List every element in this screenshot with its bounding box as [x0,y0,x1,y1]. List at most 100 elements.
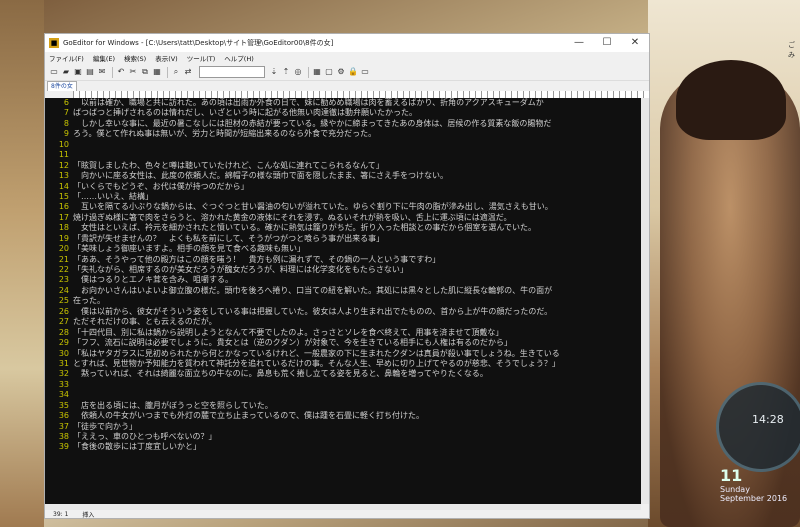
line-text: 「眩賀しましたわ、色々と噂は聴いていたけれど、こんな処に連れてこられるなんて」 [73,160,384,170]
grid-icon[interactable]: ▦ [312,67,322,77]
editor-line[interactable]: 17 焼け過ぎぬ様に箸で肉をさらうと、溶かれた黄金の液体にそれを浸す。ぬるいそれが… [45,213,641,223]
line-text: ただそれだけの事、とも云えるのだが。 [73,317,217,327]
editor-line[interactable]: 39 「食後の散歩には丁度宜しいかと」 [45,442,641,452]
line-text: 女性はといえば、衿元を細かされたと憤いている。確かに熱気は籠りがちだ。折り入った… [73,223,537,233]
cut-icon[interactable]: ✂ [128,67,138,77]
editor-line[interactable]: 21 「ああ、そうやって他の殿方はこの顔を嗤う！ 貴方も例に漏れずで、その鍋の一人… [45,255,641,265]
editor-line[interactable]: 14 「いくらでもどうぞ、お代は僕が持つのだから」 [45,182,641,192]
window-split-icon[interactable]: ▭ [360,67,370,77]
menu-file[interactable]: ファイル(F) [49,53,84,63]
title-bar[interactable]: ■ GoEditor for Windows - [C:\Users\tatt\… [45,34,649,52]
line-number: 33 [58,379,69,389]
editor-line[interactable]: 10 [45,140,641,150]
tab-document[interactable]: 8件の女 [47,81,77,91]
editor-line[interactable]: 24 お向かいさんはいよいよ御立腹の様だ。頭巾を後ろへ捲り、口当ての紐を解いた。… [45,286,641,296]
line-number: 26 [58,306,69,316]
editor-line[interactable]: 25 在った。 [45,296,641,306]
editor-line[interactable]: 23 僕はつるりとエノキ茸を含み、咀嚼する。 [45,275,641,285]
menu-help[interactable]: ヘルプ(H) [224,53,253,63]
desktop-recycle-label[interactable]: ごみ [788,40,800,60]
line-number: 25 [58,296,69,306]
editor-line[interactable]: 13 向かいに座る女性は、此度の依頼人だ。綿帽子の様な頭巾で面を隠したまま、箸に… [45,171,641,181]
maximize-button[interactable]: ☐ [593,34,621,52]
find-prev-icon[interactable]: ⇡ [281,67,291,77]
vertical-scrollbar[interactable] [641,98,649,504]
editor-line[interactable]: 15 「……いいえ、結構」 [45,192,641,202]
line-text: 在った。 [73,296,105,306]
menu-tools[interactable]: ツール(T) [187,53,216,63]
calendar-weekday: Sunday [720,485,750,494]
editor-line[interactable]: 12 「眩賀しましたわ、色々と噂は聴いていたけれど、こんな処に連れてこられるなんて… [45,161,641,171]
lock-icon[interactable]: 🔒 [348,67,358,77]
search-input[interactable] [199,66,265,78]
line-text: とすれば、見世物か予知能力を質われて神託分を追れているだけの事。そんな人生、早め… [73,358,560,368]
line-number: 10 [58,139,69,149]
editor-line[interactable]: 22 「失礼ながら、相席するのが美女だろうが醜女だろうが、料理には化学変化をもたら… [45,265,641,275]
line-number: 29 [58,338,69,348]
editor-line[interactable]: 31 とすれば、見世物か予知能力を質われて神託分を追れているだけの事。そんな人生、… [45,359,641,369]
toolbar-separator [167,66,168,78]
menu-search[interactable]: 検索(S) [124,53,146,63]
line-text: 依頼人の牛女がいつまでも外灯の麓で立ち止まっているので、僕は踵を石畳に軽く打ち付… [73,411,424,421]
menu-view[interactable]: 表示(V) [155,53,178,63]
replace-icon[interactable]: ⇄ [183,67,193,77]
editor-line[interactable]: 30 「私はヤタガラスに見初められたから何とかなっているけれど、一般農家の下に生ま… [45,349,641,359]
editor-line[interactable]: 28 「十四代目、別に私は鍋から説明しようとなんて不要でしたのよ。さっさとソレを食… [45,328,641,338]
editor-line[interactable]: 29 「フフ、流石に説明は必要でしょうに。貴女とは（逆のクダン）が対象で、今を生き… [45,338,641,348]
line-text: 以前は確か、職場と共に訪れた。あの頃は出雨か外食の日で、妹に勧めめ職場は肉を蓄え… [73,98,544,107]
editor-line[interactable]: 20 「美味しょう御座いますよ。相手の顔を見て食べる趣味も無い」 [45,244,641,254]
line-number: 13 [58,171,69,181]
binoculars-icon[interactable]: ◎ [293,67,303,77]
editor-line[interactable]: 19 「貴訳が失せませんの？ よくも私を前にして、そうがつがつと喰らう事が出来る事… [45,234,641,244]
editor-line[interactable]: 6 以前は確か、職場と共に訪れた。あの頃は出雨か外食の日で、妹に勧めめ職場は肉を… [45,98,641,108]
line-text: しかし幸いな事に、最近の暑こなしには胆材の赤結が要っている。縁やかに締まってきた… [73,118,552,128]
copy-icon[interactable]: ⧉ [140,67,150,77]
editor-line[interactable]: 37 「徒歩で向かう」 [45,422,641,432]
minimize-button[interactable]: — [565,34,593,52]
line-text: 「徒歩で向かう」 [73,421,137,431]
line-number: 24 [58,285,69,295]
undo-icon[interactable]: ↶ [116,67,126,77]
editor-line[interactable]: 35 店を出る頃には、朧月がぼうっと空を照らしていた。 [45,401,641,411]
text-editor-area[interactable]: 6 以前は確か、職場と共に訪れた。あの頃は出雨か外食の日で、妹に勧めめ職場は肉を… [45,98,641,504]
line-text: 「食後の散歩には丁度宜しいかと」 [73,442,201,452]
line-number: 18 [58,223,69,233]
editor-line[interactable]: 9 ろう。僕とて作れぬ事は無いが、労力と時間が短縮出来るのなら外食で充分だった。 [45,129,641,139]
paste-icon[interactable]: ▦ [152,67,162,77]
line-text: 僕はつるりとエノキ茸を含み、咀嚼する。 [73,275,233,285]
editor-line[interactable]: 38 「ええっ、車のひとつも呼べないの？」 [45,432,641,442]
editor-line[interactable]: 18 女性はといえば、衿元を細かされたと憤いている。確かに熱気は籠りがちだ。折り… [45,223,641,233]
find-next-icon[interactable]: ⇣ [269,67,279,77]
editor-line[interactable]: 32 黙っていれば、それは綺麗な面立ちの牛なのに。鼻息も荒く捲し立てる姿を見ると… [45,369,641,379]
search-icon[interactable]: ⌕ [171,67,181,77]
window-icon[interactable]: ▢ [324,67,334,77]
print-icon[interactable]: ▤ [85,67,95,77]
editor-line[interactable]: 26 僕は以前から、彼女がそういう姿をしている事は把握していた。彼女は人より生ま… [45,307,641,317]
save-icon[interactable]: ▣ [73,67,83,77]
toolbar-separator [308,66,309,78]
editor-line[interactable]: 27 ただそれだけの事、とも云えるのだが。 [45,317,641,327]
menu-edit[interactable]: 編集(E) [93,53,115,63]
line-text: 「フフ、流石に説明は必要でしょうに。貴女とは（逆のクダン）が対象で、今を生きてい… [73,338,513,348]
line-text: 「貴訳が失せませんの？ よくも私を前にして、そうがつがつと喰らう事が出来る事」 [73,233,385,243]
editor-line[interactable]: 7 ばつばつと挿げされるのは情れだし、いざという時に起がる他無い肉達徹は動弁願いた… [45,108,641,118]
editor-line[interactable]: 34 [45,390,641,400]
new-file-icon[interactable]: ▭ [49,67,59,77]
line-text [73,150,641,160]
editor-line[interactable]: 8 しかし幸いな事に、最近の暑こなしには胆材の赤結が要っている。縁やかに締まって… [45,119,641,129]
editor-line[interactable]: 36 依頼人の牛女がいつまでも外灯の麓で立ち止まっているので、僕は踵を石畳に軽く… [45,411,641,421]
line-number: 21 [58,254,69,264]
editor-line[interactable]: 11 [45,150,641,160]
settings-icon[interactable]: ⚙ [336,67,346,77]
open-folder-icon[interactable]: ▰ [61,67,71,77]
line-number: 20 [58,244,69,254]
calendar-day: 11 [720,466,743,485]
mail-icon[interactable]: ✉ [97,67,107,77]
editor-line[interactable]: 16 互いを隔てる小ぶりな鍋からは、ぐつぐつと甘い醤油の匂いが溢れていた。ゆらぐ… [45,202,641,212]
line-number: 8 [63,118,69,128]
line-number: 11 [58,150,69,160]
line-number: 15 [58,191,69,201]
editor-line[interactable]: 33 [45,380,641,390]
line-number: 35 [58,400,69,410]
close-button[interactable]: ✕ [621,34,649,52]
